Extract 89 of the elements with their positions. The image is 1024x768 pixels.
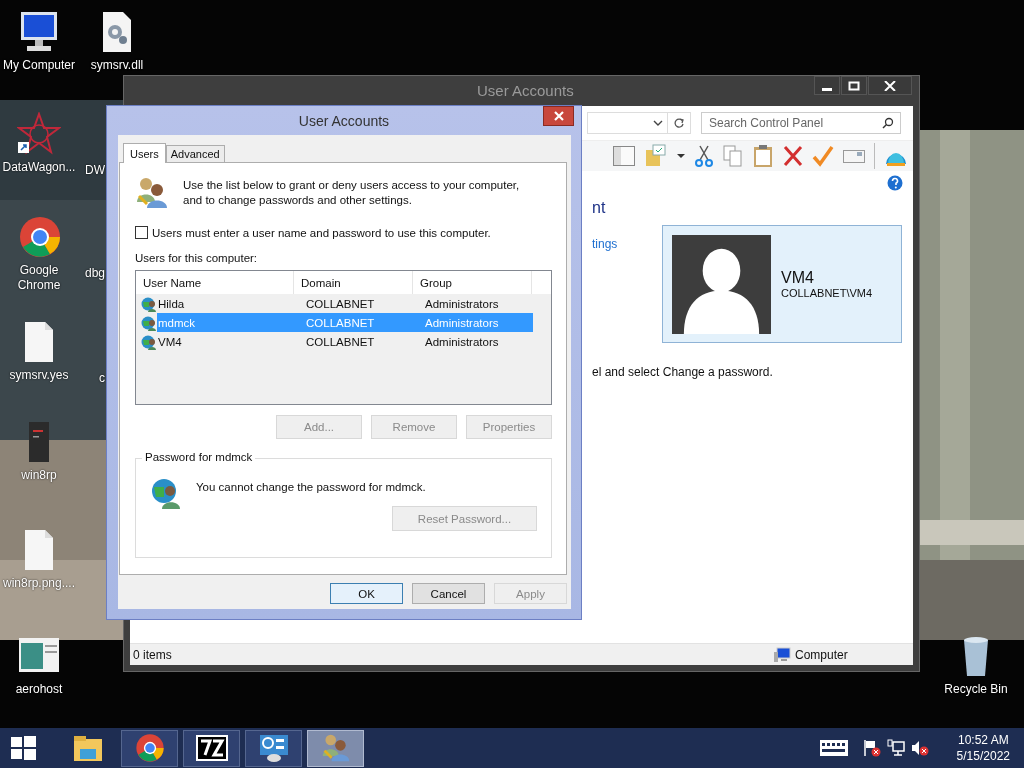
column-header[interactable]: User Name (136, 271, 294, 294)
close-icon (553, 111, 564, 121)
icon-label: Recycle Bin (943, 682, 1009, 697)
globe-user-icon (150, 477, 182, 509)
user-row[interactable]: VM4 COLLABNET Administrators (136, 332, 551, 351)
account-name: COLLABNET\VM4 (781, 287, 873, 299)
globe-user-icon (141, 295, 157, 312)
section-heading: nt (592, 199, 607, 217)
checkbox-label: Users must enter a user name and password to use this computer. (152, 226, 491, 239)
tab[interactable]: Advanced (165, 145, 225, 162)
icon-label: c (99, 371, 105, 386)
start-button[interactable] (9, 734, 37, 762)
icon-label: aerohost (14, 682, 64, 697)
tab[interactable]: Users (123, 143, 166, 163)
maximize-icon (848, 80, 860, 91)
table-cell: COLLABNET (299, 313, 418, 332)
archive-icon (195, 735, 228, 761)
table-cell-text: Hilda (157, 296, 186, 312)
refresh-icon (673, 117, 685, 129)
password-message: You cannot change the password for mdmck. (196, 481, 426, 493)
refresh-button[interactable] (667, 112, 691, 134)
icon-label: DW (85, 163, 105, 178)
check-icon[interactable] (812, 144, 834, 168)
icon-label: symsrv.dll (89, 58, 145, 73)
users-icon (135, 176, 169, 210)
column-header[interactable]: Domain (294, 271, 413, 294)
flag-icon[interactable] (862, 739, 881, 757)
icon-label: Google Chrome (16, 263, 62, 293)
clock[interactable]: 10:52 AM 5/15/2022 (956, 732, 1010, 764)
window-title: User Accounts (477, 82, 574, 99)
globe-user-icon (141, 333, 157, 350)
taskbar-button[interactable] (121, 729, 178, 767)
delete-icon[interactable] (782, 144, 804, 168)
keyboard-icon[interactable] (818, 739, 849, 757)
icon-label: DataWagon... (1, 160, 77, 175)
minimize-icon (822, 87, 832, 91)
computer-icon (773, 646, 791, 663)
minimize-button[interactable] (814, 76, 840, 95)
dialog-button[interactable]: Cancel (412, 583, 485, 604)
column-header[interactable]: Group (413, 271, 532, 294)
intro-text: Use the list below to grant or deny users access to your computer, and to change passwords and other settings. (183, 178, 520, 208)
maximize-button[interactable] (841, 76, 867, 95)
close-button[interactable] (868, 76, 912, 95)
table-cell-text: COLLABNET (305, 296, 376, 312)
table-cell: mdmck (157, 313, 299, 332)
user-avatar-icon (672, 234, 771, 334)
scissors-icon[interactable] (694, 144, 714, 168)
icon-label: My Computer (2, 58, 76, 73)
network-icon[interactable] (886, 739, 905, 757)
clock-date: 5/15/2022 (956, 748, 1010, 764)
close-icon (884, 80, 896, 91)
clock-time: 10:52 AM (957, 732, 1009, 748)
star-shortcut-icon[interactable] (17, 112, 61, 156)
dialog-button[interactable]: OK (330, 583, 403, 604)
icon-label: dbg (84, 266, 105, 281)
table-cell-text: Administrators (424, 296, 500, 312)
chrome-icon (134, 733, 165, 763)
clipboard-icon[interactable] (752, 144, 774, 168)
taskbar-button[interactable] (183, 729, 240, 767)
group-title: Password for mdmck (142, 451, 256, 463)
chrome-icon[interactable] (17, 215, 61, 259)
table-cell-text: COLLABNET (305, 334, 376, 350)
icon-label: win8rp (20, 468, 58, 483)
layout-icon[interactable] (612, 144, 636, 168)
table-cell-text: Administrators (424, 334, 500, 350)
search-icon (882, 117, 894, 129)
control-panel-icon (257, 733, 290, 763)
icon-label: win8rp.png.... (1, 576, 76, 591)
status-location: Computer (795, 647, 848, 662)
search-field[interactable]: Search Control Panel (701, 112, 901, 134)
globe-user-icon (141, 314, 157, 331)
volume-muted-icon[interactable] (910, 739, 929, 757)
status-text: 0 items (133, 647, 172, 662)
icon-label: symsrv.yes (8, 368, 70, 383)
login-checkbox[interactable] (135, 226, 148, 239)
settings-link[interactable]: tings (592, 237, 662, 251)
users-icon (320, 733, 351, 763)
user-row[interactable]: Hilda COLLABNET Administrators (136, 294, 551, 313)
table-cell-text: VM4 (157, 334, 183, 350)
help-icon[interactable] (887, 175, 903, 191)
taskbar-button[interactable] (307, 729, 364, 767)
instruction-text: el and select Change a password. (592, 365, 774, 379)
dialog-title: User Accounts (298, 112, 390, 129)
close-button[interactable] (543, 106, 574, 126)
folder-icon (71, 733, 104, 763)
table-cell: Administrators (418, 313, 533, 332)
user-name: VM4 (781, 269, 815, 287)
taskbar-button[interactable] (245, 729, 302, 767)
list-label: Users for this computer: (135, 252, 259, 264)
